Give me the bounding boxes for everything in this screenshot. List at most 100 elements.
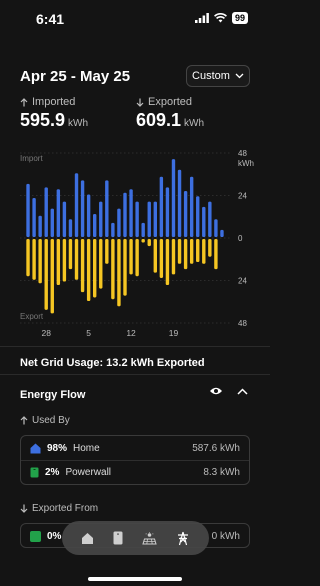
battery-indicator: 99: [231, 12, 248, 24]
import-region-label: Import: [20, 154, 43, 163]
arrow-up-icon: [20, 416, 28, 425]
export-bar: [26, 239, 30, 277]
export-bar: [123, 239, 127, 296]
wifi-icon: [214, 13, 227, 23]
export-bar: [50, 239, 54, 314]
import-bar: [44, 187, 48, 237]
import-bar: [135, 201, 139, 237]
exported-from-value: 0 kWh: [211, 530, 240, 542]
export-bar: [189, 239, 194, 264]
flow-row-home[interactable]: 98% Home 587.6 kWh: [21, 436, 249, 460]
flow-row-powerwall[interactable]: 2% Powerwall 8.3 kWh: [21, 460, 249, 484]
powerwall-value: 8.3 kWh: [203, 467, 240, 478]
export-bar: [111, 239, 115, 300]
imported-stat: Imported 595.9 kWh: [20, 96, 88, 131]
imported-label: Imported: [32, 96, 76, 108]
y-tick-label: 48: [238, 149, 247, 158]
export-bar: [117, 239, 121, 307]
import-bar: [50, 208, 54, 237]
import-bar: [214, 219, 218, 237]
import-bar: [177, 169, 182, 237]
arrow-up-icon: [20, 97, 28, 106]
export-bar: [38, 239, 42, 284]
export-bar: [68, 239, 73, 270]
home-percent: 98%: [47, 442, 68, 454]
powerwall-percent: 2%: [45, 467, 60, 478]
import-bar: [159, 176, 164, 237]
custom-label: Custom: [192, 70, 230, 82]
export-bar: [32, 239, 36, 280]
imported-value: 595.9: [20, 110, 66, 130]
powerwall-label: Powerwall: [65, 467, 112, 478]
solar-tab-icon[interactable]: [142, 531, 157, 545]
energy-flow-title: Energy Flow: [20, 389, 86, 401]
export-bar: [56, 239, 61, 286]
y-tick-label: 48: [238, 319, 247, 328]
powerwall-icon: [30, 467, 39, 478]
export-bar: [183, 239, 188, 270]
import-bar: [105, 180, 109, 237]
import-bar: [62, 201, 67, 237]
status-icons: 99: [194, 12, 248, 24]
status-time: 6:41: [36, 11, 65, 27]
import-bar: [220, 229, 224, 237]
energy-bar-chart[interactable]: 482402448kWhImportExport28 5 12 19: [0, 145, 270, 345]
grid-tower-tab-icon[interactable]: [176, 531, 190, 546]
date-range-title: Apr 25 - May 25: [20, 68, 131, 85]
x-tick-label: 12: [126, 328, 136, 338]
export-bar: [165, 239, 170, 286]
export-bar: [129, 239, 133, 275]
export-bar: [159, 239, 164, 278]
y-unit-label: kWh: [238, 159, 254, 168]
arrow-down-icon: [136, 98, 144, 107]
import-bar: [99, 201, 103, 237]
import-bar: [183, 190, 188, 237]
home-tab-icon[interactable]: [81, 532, 94, 545]
export-bar: [214, 239, 218, 270]
export-bar: [135, 239, 139, 277]
export-bar: [153, 239, 158, 273]
export-bar: [105, 239, 109, 264]
eye-icon[interactable]: [209, 386, 223, 396]
export-bar: [80, 239, 85, 293]
import-bar: [56, 189, 61, 237]
export-bar: [208, 239, 212, 257]
y-tick-label: 0: [238, 234, 243, 243]
import-bar: [117, 208, 121, 237]
import-bar: [111, 222, 115, 237]
energy-flow-controls: [209, 386, 248, 396]
divider: [0, 346, 270, 347]
export-bar: [74, 239, 79, 280]
bottom-dock: [62, 521, 209, 555]
exported-value: 609.1: [136, 110, 182, 130]
x-tick-label: 5: [86, 328, 91, 338]
arrow-down-icon: [20, 504, 28, 513]
exported-unit: kWh: [184, 118, 205, 129]
home-value: 587.6 kWh: [192, 442, 240, 454]
import-bar: [38, 215, 42, 237]
import-bar: [141, 222, 145, 237]
used-by-label: Used By: [20, 415, 70, 426]
signal-icon: [194, 13, 209, 23]
import-bar: [196, 196, 200, 237]
import-bar: [86, 194, 91, 237]
y-tick-label: 24: [238, 277, 247, 286]
export-region-label: Export: [20, 312, 44, 321]
import-bar: [123, 192, 127, 237]
powerwall-tab-icon[interactable]: [113, 531, 123, 545]
custom-range-button[interactable]: Custom: [186, 65, 250, 87]
export-bar: [86, 239, 91, 301]
used-by-card: 98% Home 587.6 kWh 2% Powerwall 8.3 kWh: [20, 435, 250, 485]
import-bar: [208, 201, 212, 237]
import-bar: [171, 159, 176, 237]
chevron-up-icon[interactable]: [237, 387, 248, 395]
import-bar: [26, 183, 30, 237]
export-bar: [202, 239, 206, 264]
x-tick-label: 28: [41, 328, 51, 338]
export-bar: [141, 239, 145, 243]
imported-unit: kWh: [68, 118, 89, 129]
export-bar: [99, 239, 103, 289]
import-bar: [202, 206, 206, 237]
export-bar: [92, 239, 97, 298]
home-label: Home: [73, 442, 100, 454]
